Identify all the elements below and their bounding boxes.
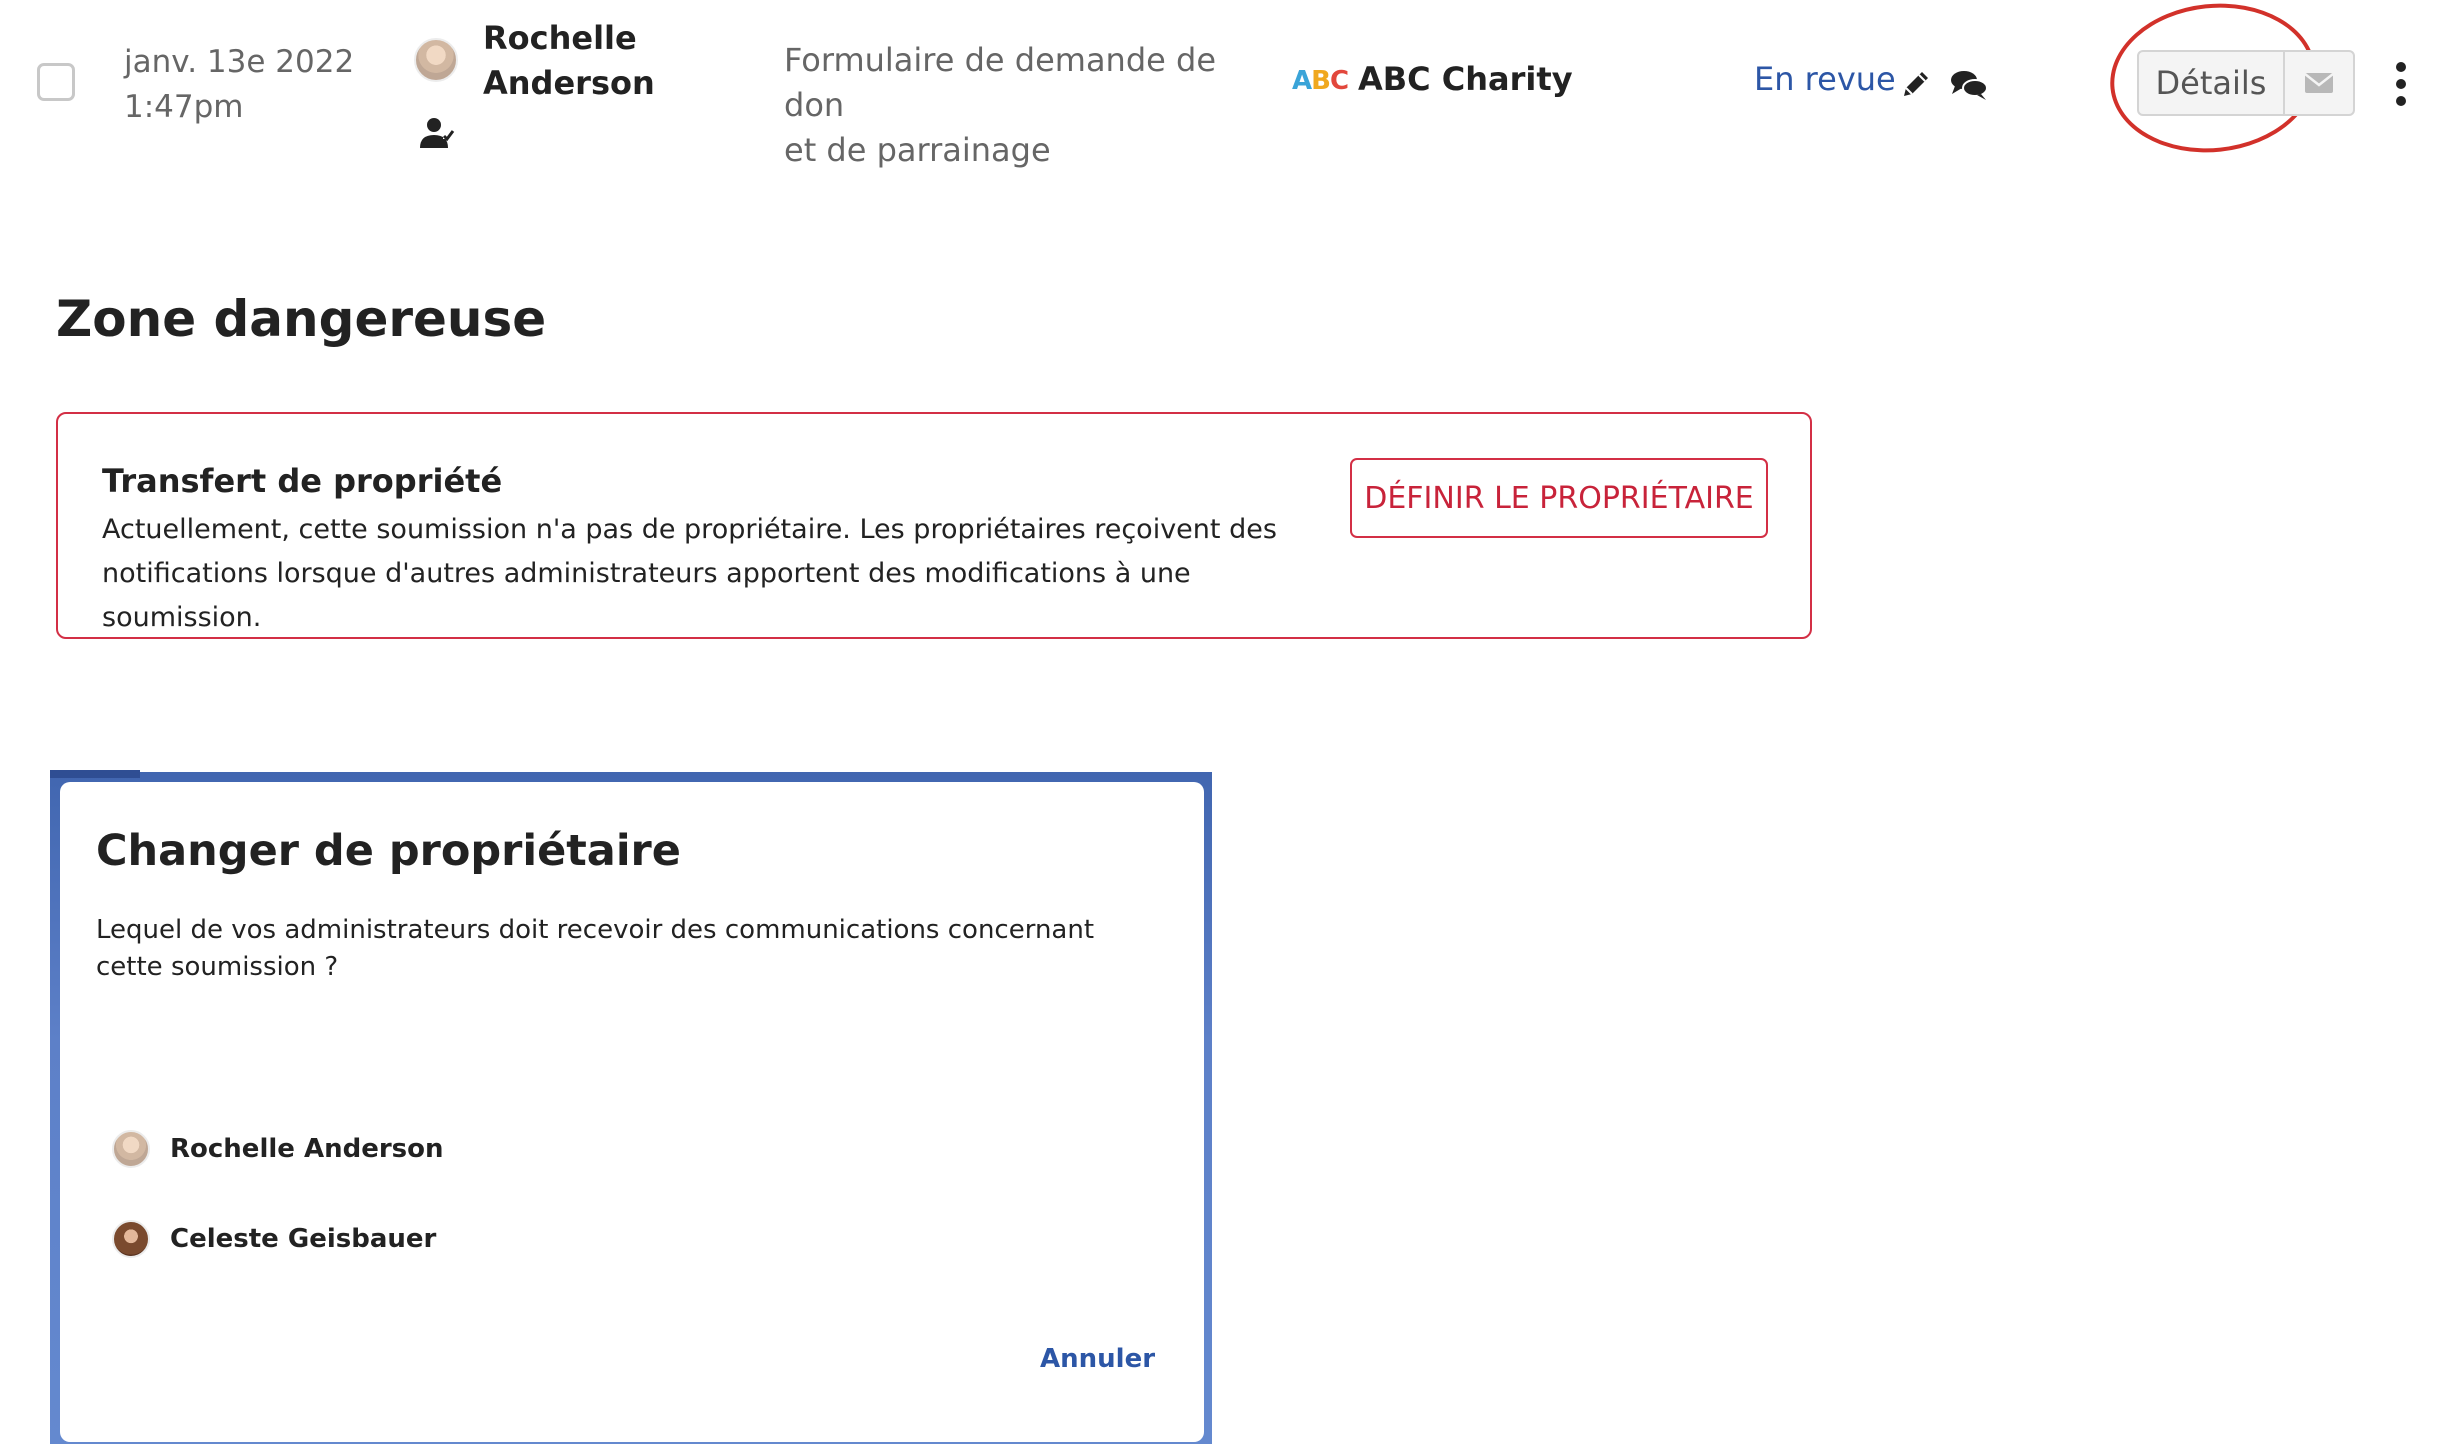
status-link[interactable]: En revue bbox=[1754, 60, 1896, 98]
set-owner-button[interactable]: DÉFINIR LE PROPRIÉTAIRE bbox=[1350, 458, 1768, 538]
form-name-line1: Formulaire de demande de don bbox=[784, 41, 1216, 124]
kebab-menu-icon[interactable] bbox=[2394, 62, 2408, 106]
applicant-name[interactable]: Rochelle Anderson bbox=[483, 16, 655, 106]
ownership-transfer-title: Transfert de propriété bbox=[102, 462, 503, 500]
comments-icon[interactable] bbox=[1949, 68, 1989, 102]
details-button-group: Détails bbox=[2137, 50, 2355, 116]
pencil-icon[interactable] bbox=[1900, 68, 1932, 100]
dialog-title: Changer de propriétaire bbox=[96, 826, 681, 876]
form-name: Formulaire de demande de don et de parra… bbox=[784, 38, 1264, 173]
org-logo-letter-a: A bbox=[1292, 66, 1312, 96]
owner-user-icon[interactable] bbox=[416, 116, 456, 150]
dialog-question: Lequel de vos administrateurs doit recev… bbox=[96, 915, 1095, 982]
org-name[interactable]: ABC Charity bbox=[1358, 60, 1573, 98]
modal-backdrop-edge bbox=[50, 770, 140, 778]
owner-option-label: Rochelle Anderson bbox=[170, 1134, 444, 1164]
envelope-icon bbox=[2304, 73, 2334, 93]
owner-option-rochelle-anderson[interactable]: Rochelle Anderson bbox=[112, 1130, 444, 1168]
applicant-first-name: Rochelle bbox=[483, 19, 637, 57]
email-button[interactable] bbox=[2285, 52, 2353, 114]
cancel-button[interactable]: Annuler bbox=[1040, 1344, 1155, 1374]
submission-date: janv. 13e 2022 1:47pm bbox=[124, 40, 354, 130]
owner-option-celeste-geisbauer[interactable]: Celeste Geisbauer bbox=[112, 1220, 436, 1258]
row-select-checkbox[interactable] bbox=[37, 63, 75, 101]
change-owner-dialog bbox=[60, 782, 1204, 1442]
applicant-avatar bbox=[414, 38, 458, 82]
submission-date-day: janv. 13e 2022 bbox=[124, 44, 355, 80]
avatar bbox=[112, 1220, 150, 1258]
details-button[interactable]: Détails bbox=[2139, 52, 2285, 114]
org-logo-letter-b: B bbox=[1311, 66, 1331, 96]
form-name-line2: et de parrainage bbox=[784, 131, 1051, 169]
ownership-transfer-description: Actuellement, cette soumission n'a pas d… bbox=[102, 514, 1277, 633]
org-logo: ABC bbox=[1292, 66, 1349, 96]
submission-date-time: 1:47pm bbox=[124, 89, 244, 125]
org-logo-letter-c: C bbox=[1329, 66, 1349, 96]
avatar bbox=[112, 1130, 150, 1168]
danger-zone-title: Zone dangereuse bbox=[56, 290, 547, 348]
applicant-last-name: Anderson bbox=[483, 64, 655, 102]
owner-option-label: Celeste Geisbauer bbox=[170, 1224, 437, 1254]
